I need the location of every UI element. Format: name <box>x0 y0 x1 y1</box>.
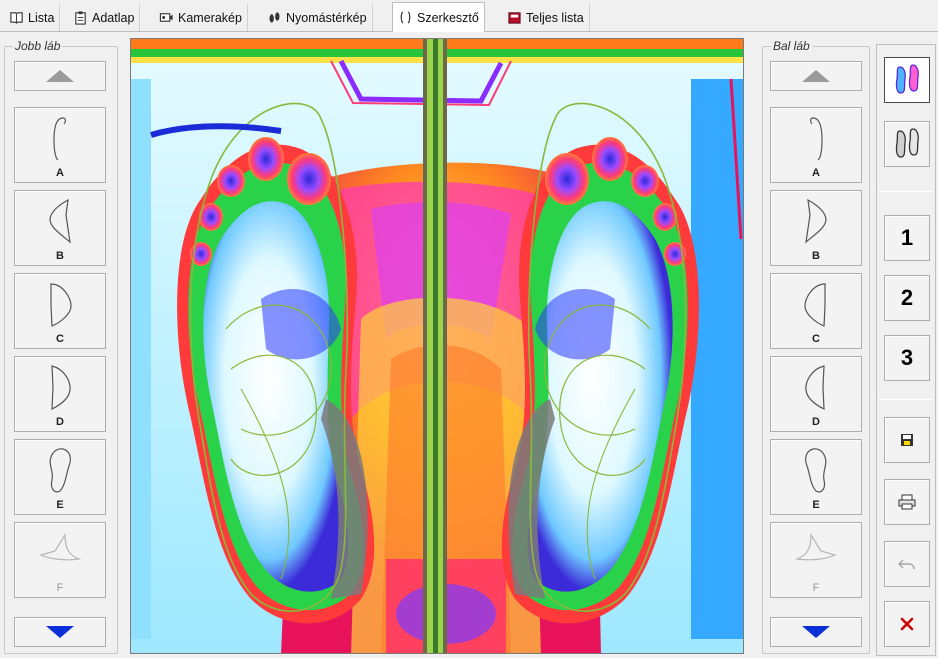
left-foot-group: Bal láb A B C D E F <box>762 39 870 654</box>
template-letter: A <box>56 167 64 179</box>
tab-szerkeszto[interactable]: Szerkesztő <box>392 2 485 32</box>
template-c-button[interactable]: C <box>14 273 106 349</box>
template-letter: D <box>812 416 820 428</box>
toolbar-separator <box>879 399 933 400</box>
toolbar-separator <box>879 191 933 192</box>
insole-shape-e-icon <box>49 448 71 493</box>
insole-shape-c-icon <box>50 283 72 327</box>
template-letter: C <box>812 333 820 345</box>
tab-label: Kamerakép <box>178 10 242 25</box>
triangle-up-icon <box>46 70 74 82</box>
insole-shape-f-icon <box>794 532 837 561</box>
scroll-down-button[interactable] <box>14 617 106 647</box>
scroll-up-button[interactable] <box>770 61 862 91</box>
close-button[interactable] <box>884 601 930 647</box>
undo-button <box>884 541 930 587</box>
tab-label: Adatlap <box>92 10 135 25</box>
template-c-button[interactable]: C <box>770 273 862 349</box>
template-e-button[interactable]: E <box>770 439 862 515</box>
template-letter: B <box>812 250 820 262</box>
scroll-down-button[interactable] <box>770 617 862 647</box>
template-f-button: F <box>770 522 862 598</box>
folder-icon <box>508 12 521 24</box>
app-window: Lista Adatlap Kamerakép Nyomástérkép Sze… <box>0 0 938 658</box>
triangle-up-icon <box>802 70 830 82</box>
insole-icon <box>400 11 411 24</box>
template-letter: E <box>812 499 820 511</box>
template-b-button[interactable]: B <box>770 190 862 266</box>
template-letter: F <box>56 582 64 594</box>
tab-label: Lista <box>28 10 55 25</box>
print-button[interactable] <box>884 479 930 525</box>
footprint-icon <box>269 12 280 23</box>
layer-number: 3 <box>900 345 914 370</box>
color-view-button[interactable] <box>884 57 930 103</box>
gray-feet-icon <box>895 128 919 158</box>
template-a-button[interactable]: A <box>770 107 862 183</box>
template-d-button[interactable]: D <box>14 356 106 432</box>
template-d-button[interactable]: D <box>770 356 862 432</box>
right-foot-title: Jobb láb <box>13 39 63 53</box>
undo-icon <box>898 559 915 570</box>
scroll-up-button[interactable] <box>14 61 106 91</box>
insole-shape-f-icon <box>39 532 82 561</box>
clipboard-icon <box>75 11 86 25</box>
tab-bar: Lista Adatlap Kamerakép Nyomástérkép Sze… <box>0 0 938 32</box>
pressure-map-canvas <box>131 39 743 653</box>
save-button[interactable] <box>884 417 930 463</box>
tab-teljes-lista[interactable]: Teljes lista <box>502 4 590 31</box>
close-icon <box>900 617 914 631</box>
triangle-down-icon <box>802 626 830 638</box>
insole-shape-a-icon <box>810 117 823 161</box>
template-letter: D <box>56 416 64 428</box>
camera-icon <box>159 13 173 22</box>
tab-kamerakep[interactable]: Kamerakép <box>154 4 248 31</box>
insole-shape-e-icon <box>805 448 827 493</box>
right-foot-group: Jobb láb A B C D E F <box>4 39 118 654</box>
tab-lista[interactable]: Lista <box>4 4 61 31</box>
insole-shape-d-icon <box>805 365 825 410</box>
left-foot-title: Bal láb <box>771 39 812 53</box>
insole-shape-a-icon <box>53 117 66 161</box>
tab-label: Teljes lista <box>526 10 584 25</box>
template-letter: C <box>56 333 64 345</box>
template-letter: E <box>56 499 64 511</box>
insole-shape-c-icon <box>804 283 826 327</box>
layer-number: 2 <box>900 285 914 310</box>
insole-shape-d-icon <box>51 365 71 410</box>
tab-nyomasterkep[interactable]: Nyomástérkép <box>262 4 373 31</box>
triangle-down-icon <box>46 626 74 638</box>
pressure-map-image[interactable] <box>130 38 744 654</box>
insole-shape-b-icon <box>805 198 827 244</box>
template-letter: F <box>812 582 820 594</box>
template-letter: A <box>812 167 820 179</box>
template-f-button: F <box>14 522 106 598</box>
layer-2-button[interactable]: 2 <box>884 275 930 321</box>
grayscale-view-button[interactable] <box>884 121 930 167</box>
insole-shape-b-icon <box>49 198 71 244</box>
color-feet-icon <box>895 64 919 94</box>
tab-label: Nyomástérkép <box>286 10 367 25</box>
tool-panel: 1 2 3 <box>876 44 936 656</box>
layer-1-button[interactable]: 1 <box>884 215 930 261</box>
template-b-button[interactable]: B <box>14 190 106 266</box>
tab-adatlap[interactable]: Adatlap <box>68 4 141 31</box>
template-letter: B <box>56 250 64 262</box>
layer-3-button[interactable]: 3 <box>884 335 930 381</box>
save-icon <box>901 434 913 446</box>
tab-label: Szerkesztő <box>417 10 479 25</box>
print-icon <box>898 494 916 510</box>
template-e-button[interactable]: E <box>14 439 106 515</box>
template-a-button[interactable]: A <box>14 107 106 183</box>
layer-number: 1 <box>900 225 914 250</box>
book-icon <box>10 12 23 24</box>
